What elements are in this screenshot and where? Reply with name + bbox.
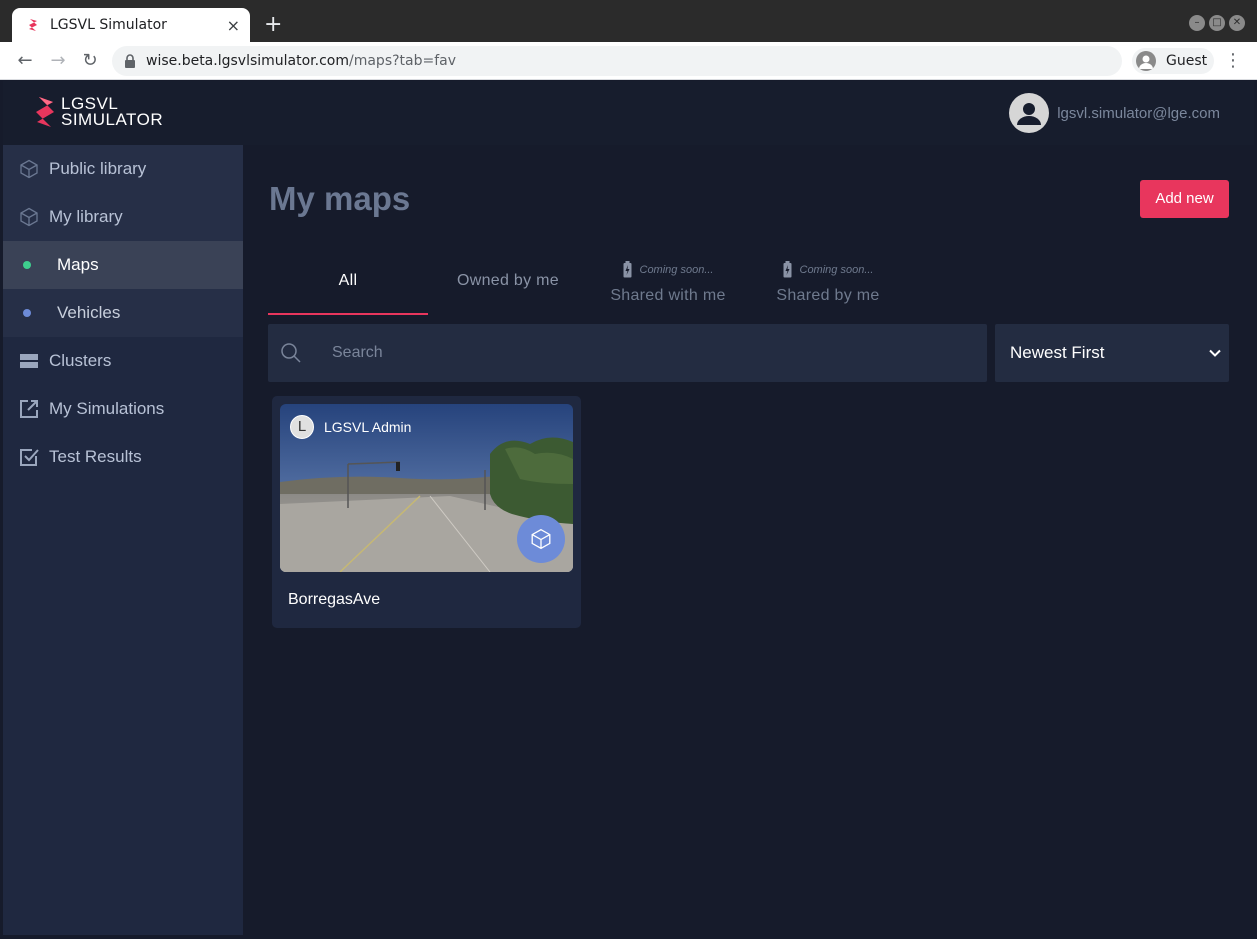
cube-icon <box>20 207 38 227</box>
sort-dropdown[interactable]: Newest First <box>995 324 1229 382</box>
close-window-icon[interactable]: ✕ <box>1229 15 1245 31</box>
map-name: BorregasAve <box>288 591 381 608</box>
sidebar-item-my-simulations[interactable]: My Simulations <box>3 385 243 433</box>
lgsvl-logo[interactable]: LGSVL SIMULATOR <box>33 95 163 129</box>
sidebar-item-label: Vehicles <box>57 303 121 322</box>
back-icon[interactable]: ← <box>14 50 36 72</box>
battery-charging-icon <box>783 261 791 278</box>
page-title: My maps <box>269 180 411 217</box>
user-avatar-icon <box>1009 93 1050 133</box>
address-bar[interactable]: wise.beta.lgsvlsimulator.com/maps?tab=fa… <box>112 46 1122 76</box>
tab-label: Shared with me <box>610 287 726 304</box>
main-content: My maps Add new All Owned by me Coming s… <box>243 145 1254 935</box>
logo-line-2: SIMULATOR <box>61 110 164 129</box>
sidebar-item-maps[interactable]: Maps <box>3 241 243 289</box>
sidebar-item-my-library[interactable]: My library <box>3 193 243 241</box>
url-path: /maps?tab=fav <box>349 53 457 69</box>
sidebar: Public library My library Maps Vehicles … <box>3 145 243 935</box>
browser-tab-strip: LGSVL Simulator × + – □ ✕ <box>0 0 1257 42</box>
logo-text: LGSVL SIMULATOR <box>61 95 164 129</box>
checkbox-icon <box>20 449 39 466</box>
app-header: LGSVL SIMULATOR lgsvl.simulator@lge.com <box>3 81 1254 145</box>
map-card[interactable]: L LGSVL Admin BorregasAve <box>272 396 581 628</box>
coming-soon-note: Coming soon... <box>588 261 748 278</box>
tab-close-icon[interactable]: × <box>227 16 240 35</box>
coming-soon-text: Coming soon... <box>639 263 714 276</box>
external-link-icon <box>20 400 38 418</box>
battery-charging-icon <box>623 261 631 278</box>
search-input[interactable] <box>332 344 952 362</box>
lock-icon <box>125 54 135 68</box>
tab-shared-by-me[interactable]: Coming soon... Shared by me <box>748 255 908 315</box>
user-email: lgsvl.simulator@lge.com <box>1057 104 1220 122</box>
cube-icon <box>20 159 38 179</box>
sidebar-item-label: Public library <box>49 159 147 178</box>
tab-label: Shared by me <box>776 287 880 304</box>
map-thumbnail: L LGSVL Admin <box>280 404 573 572</box>
sidebar-item-clusters[interactable]: Clusters <box>3 337 243 385</box>
new-tab-button[interactable]: + <box>264 13 282 37</box>
minimize-icon[interactable]: – <box>1189 15 1205 31</box>
maps-dot-icon <box>23 261 31 269</box>
profile-avatar-icon <box>1136 51 1156 71</box>
tab-label: Owned by me <box>456 272 559 289</box>
profile-label: Guest <box>1166 53 1208 69</box>
window-controls: – □ ✕ <box>1189 15 1245 31</box>
search-bar <box>268 324 987 382</box>
browser-tab-title: LGSVL Simulator <box>50 17 167 33</box>
sidebar-item-label: My Simulations <box>49 399 165 418</box>
search-icon <box>281 343 301 363</box>
forward-icon[interactable]: → <box>47 50 69 72</box>
browser-menu-icon[interactable]: ⋮ <box>1224 50 1242 72</box>
sidebar-item-label: Maps <box>57 255 99 274</box>
tab-all[interactable]: All <box>268 255 428 315</box>
sidebar-item-vehicles[interactable]: Vehicles <box>3 289 243 337</box>
sidebar-item-label: Clusters <box>49 351 112 370</box>
user-menu[interactable]: lgsvl.simulator@lge.com <box>1009 93 1220 133</box>
lgsvl-logo-icon <box>36 97 54 127</box>
coming-soon-note: Coming soon... <box>748 261 908 278</box>
browser-tab[interactable]: LGSVL Simulator × <box>12 8 250 42</box>
vehicles-dot-icon <box>23 309 31 317</box>
tab-shared-with-me[interactable]: Coming soon... Shared with me <box>588 255 748 315</box>
reload-icon[interactable]: ↻ <box>79 50 101 72</box>
sort-selected-value: Newest First <box>1010 343 1105 362</box>
sidebar-item-label: Test Results <box>49 447 142 466</box>
profile-button[interactable]: Guest <box>1132 48 1214 74</box>
server-icon <box>20 354 38 368</box>
browser-toolbar: ← → ↻ wise.beta.lgsvlsimulator.com/maps?… <box>0 42 1257 80</box>
sidebar-item-test-results[interactable]: Test Results <box>3 433 243 481</box>
sidebar-item-label: My library <box>49 207 123 226</box>
lgsvl-favicon-icon <box>29 19 37 31</box>
cube-icon <box>531 528 551 550</box>
sidebar-item-public-library[interactable]: Public library <box>3 145 243 193</box>
url-host: wise.beta.lgsvlsimulator.com <box>146 53 349 69</box>
add-new-button[interactable]: Add new <box>1140 180 1229 218</box>
filter-tabs: All Owned by me Coming soon... Shared wi… <box>268 255 908 315</box>
chevron-down-icon <box>1209 349 1221 357</box>
tab-label: All <box>338 272 358 289</box>
maximize-icon[interactable]: □ <box>1209 15 1225 31</box>
owner-badge: L LGSVL Admin <box>290 415 411 439</box>
tab-owned-by-me[interactable]: Owned by me <box>428 255 588 315</box>
owner-avatar: L <box>290 415 314 439</box>
coming-soon-text: Coming soon... <box>799 263 874 276</box>
map-type-badge <box>517 515 565 563</box>
owner-name: LGSVL Admin <box>324 419 412 435</box>
